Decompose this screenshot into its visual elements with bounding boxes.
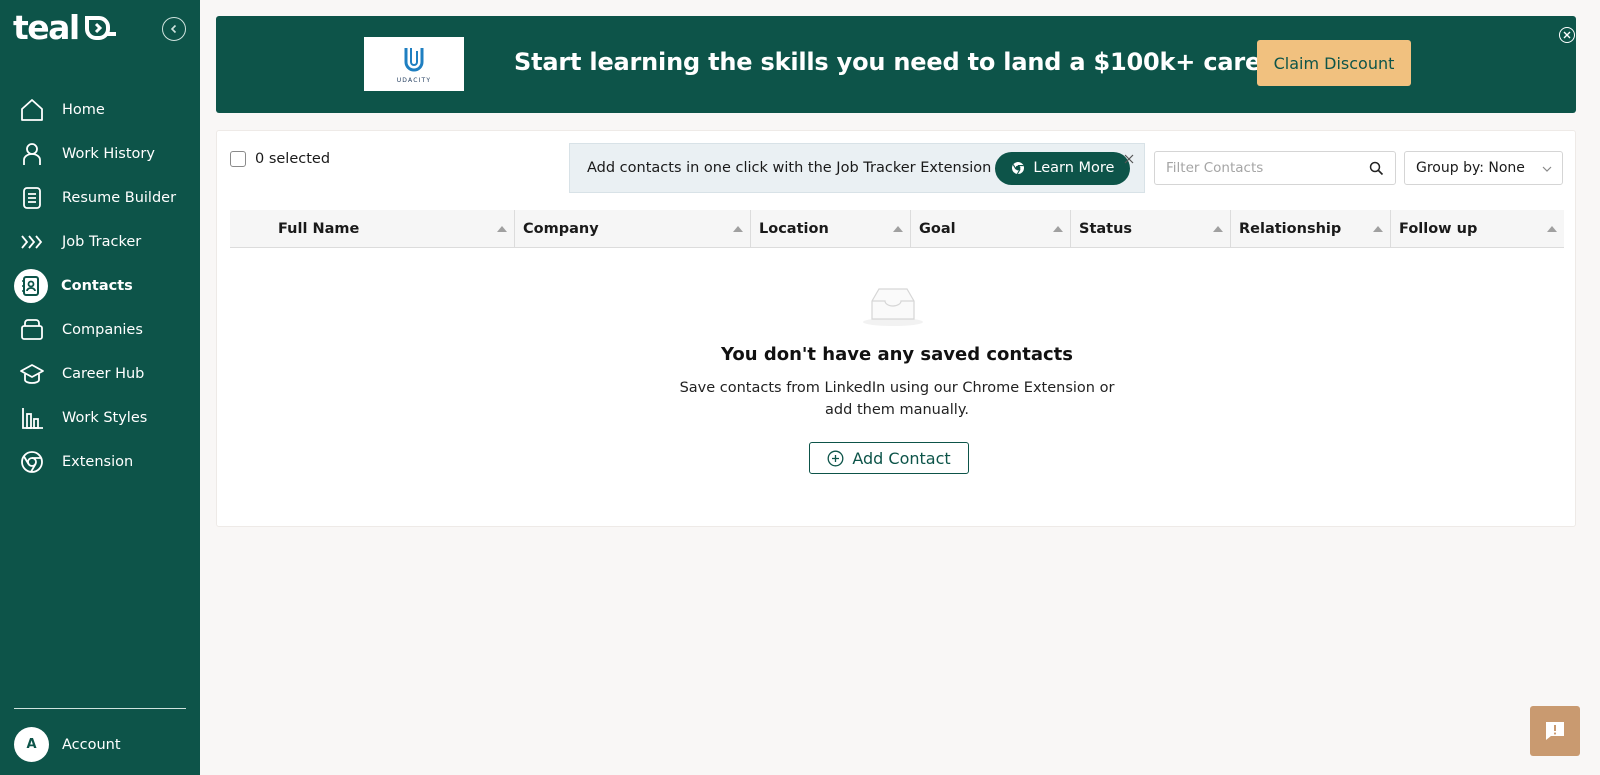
filter-contacts-input[interactable] [1166,160,1361,176]
learn-more-button[interactable]: Learn More [995,151,1131,185]
chevron-down-icon [1542,166,1552,172]
sidebar-item-label: Contacts [61,278,133,294]
logo-mark-icon [84,16,116,40]
sidebar-item-label: Resume Builder [62,190,177,206]
sidebar-item-contacts[interactable]: Contacts [0,264,200,308]
extension-promo: Add contacts in one click with the Job T… [569,143,1145,193]
sidebar-divider [14,708,186,709]
contact-card-icon [14,269,48,303]
logo-text: teal [13,8,80,47]
sidebar-item-job-tracker[interactable]: Job Tracker [0,220,200,264]
column-label: Status [1079,221,1133,237]
column-label: Goal [919,221,956,237]
column-header-full-name[interactable]: Full Name [270,210,514,248]
column-label: Follow up [1399,221,1478,237]
search-icon[interactable] [1369,161,1384,176]
sidebar: teal Home Work History Resume Builder Jo… [0,0,200,775]
sidebar-item-extension[interactable]: Extension [0,440,200,484]
select-all-checkbox[interactable] [230,151,246,167]
account-label: Account [62,736,121,753]
home-icon [18,96,46,124]
column-header-follow-up[interactable]: Follow up [1390,210,1564,248]
empty-state-title: You don't have any saved contacts [721,344,1073,365]
empty-state-description: Save contacts from LinkedIn using our Ch… [679,380,1115,418]
chevrons-right-icon [18,228,46,256]
column-label: Full Name [278,221,360,237]
column-label: Company [523,221,599,237]
sidebar-item-work-styles[interactable]: Work Styles [0,396,200,440]
briefcase-icon [18,316,46,344]
udacity-logo: UDACITY [364,37,464,91]
column-label: Relationship [1239,221,1342,237]
selected-count: 0 selected [255,151,331,167]
collapse-sidebar-button[interactable] [162,17,186,41]
filter-contacts [1154,151,1396,185]
sidebar-item-label: Work History [62,146,155,162]
column-header-location[interactable]: Location [750,210,910,248]
graduation-cap-icon [18,360,46,388]
chrome-icon [18,448,46,476]
bar-chart-icon [18,404,46,432]
sort-icon[interactable] [1213,226,1223,232]
sidebar-item-label: Extension [62,454,134,470]
add-contact-button[interactable]: Add Contact [809,442,969,474]
account-menu[interactable]: A Account [14,727,121,762]
sort-icon[interactable] [733,226,743,232]
promo-banner: UDACITY Start learning the skills you ne… [216,16,1576,113]
contacts-panel: 0 selected Add contacts in one click wit… [216,130,1576,527]
feedback-message-icon [1546,722,1564,740]
sidebar-item-label: Home [62,102,105,118]
select-all: 0 selected [230,151,330,167]
udacity-u-icon [404,47,424,71]
udacity-wordmark: UDACITY [396,76,432,84]
group-by-label: Group by: None [1416,160,1525,176]
close-banner-button[interactable] [1559,27,1575,43]
sidebar-item-label: Work Styles [62,410,148,426]
sidebar-item-label: Companies [62,322,143,338]
close-icon [1563,31,1571,39]
sort-icon[interactable] [497,226,507,232]
extension-promo-text: Add contacts in one click with the Job T… [587,160,992,176]
sidebar-item-companies[interactable]: Companies [0,308,200,352]
person-icon [18,140,46,168]
sort-icon[interactable] [1053,226,1063,232]
column-header-relationship[interactable]: Relationship [1230,210,1390,248]
plus-circle-icon [827,450,844,466]
feedback-button[interactable] [1530,706,1580,756]
document-icon [18,184,46,212]
sidebar-item-resume-builder[interactable]: Resume Builder [0,176,200,220]
claim-discount-button[interactable]: Claim Discount [1257,40,1411,86]
banner-headline: Start learning the skills you need to la… [514,48,1289,76]
column-header-status[interactable]: Status [1070,210,1230,248]
sidebar-item-label: Career Hub [62,366,145,382]
avatar: A [14,727,49,762]
column-label: Location [759,221,829,237]
chrome-icon [1012,162,1025,175]
sort-icon[interactable] [893,226,903,232]
group-by-select[interactable]: Group by: None [1404,151,1563,185]
sidebar-item-career-hub[interactable]: Career Hub [0,352,200,396]
add-contact-label: Add Contact [852,448,951,468]
column-header-company[interactable]: Company [514,210,750,248]
sidebar-nav: Home Work History Resume Builder Job Tra… [0,88,200,484]
close-icon [1124,154,1134,164]
sort-icon[interactable] [1547,226,1557,232]
sidebar-item-work-history[interactable]: Work History [0,132,200,176]
empty-inbox-icon [863,288,923,326]
column-header-goal[interactable]: Goal [910,210,1070,248]
chevron-left-icon [170,24,177,34]
close-extension-promo-button[interactable] [1122,152,1136,166]
sort-icon[interactable] [1373,226,1383,232]
table-header: Full Name Company Location Goal Status R… [230,210,1564,248]
teal-logo[interactable]: teal [13,8,119,47]
learn-more-label: Learn More [1033,160,1115,176]
sidebar-item-home[interactable]: Home [0,88,200,132]
sidebar-item-label: Job Tracker [62,234,142,250]
